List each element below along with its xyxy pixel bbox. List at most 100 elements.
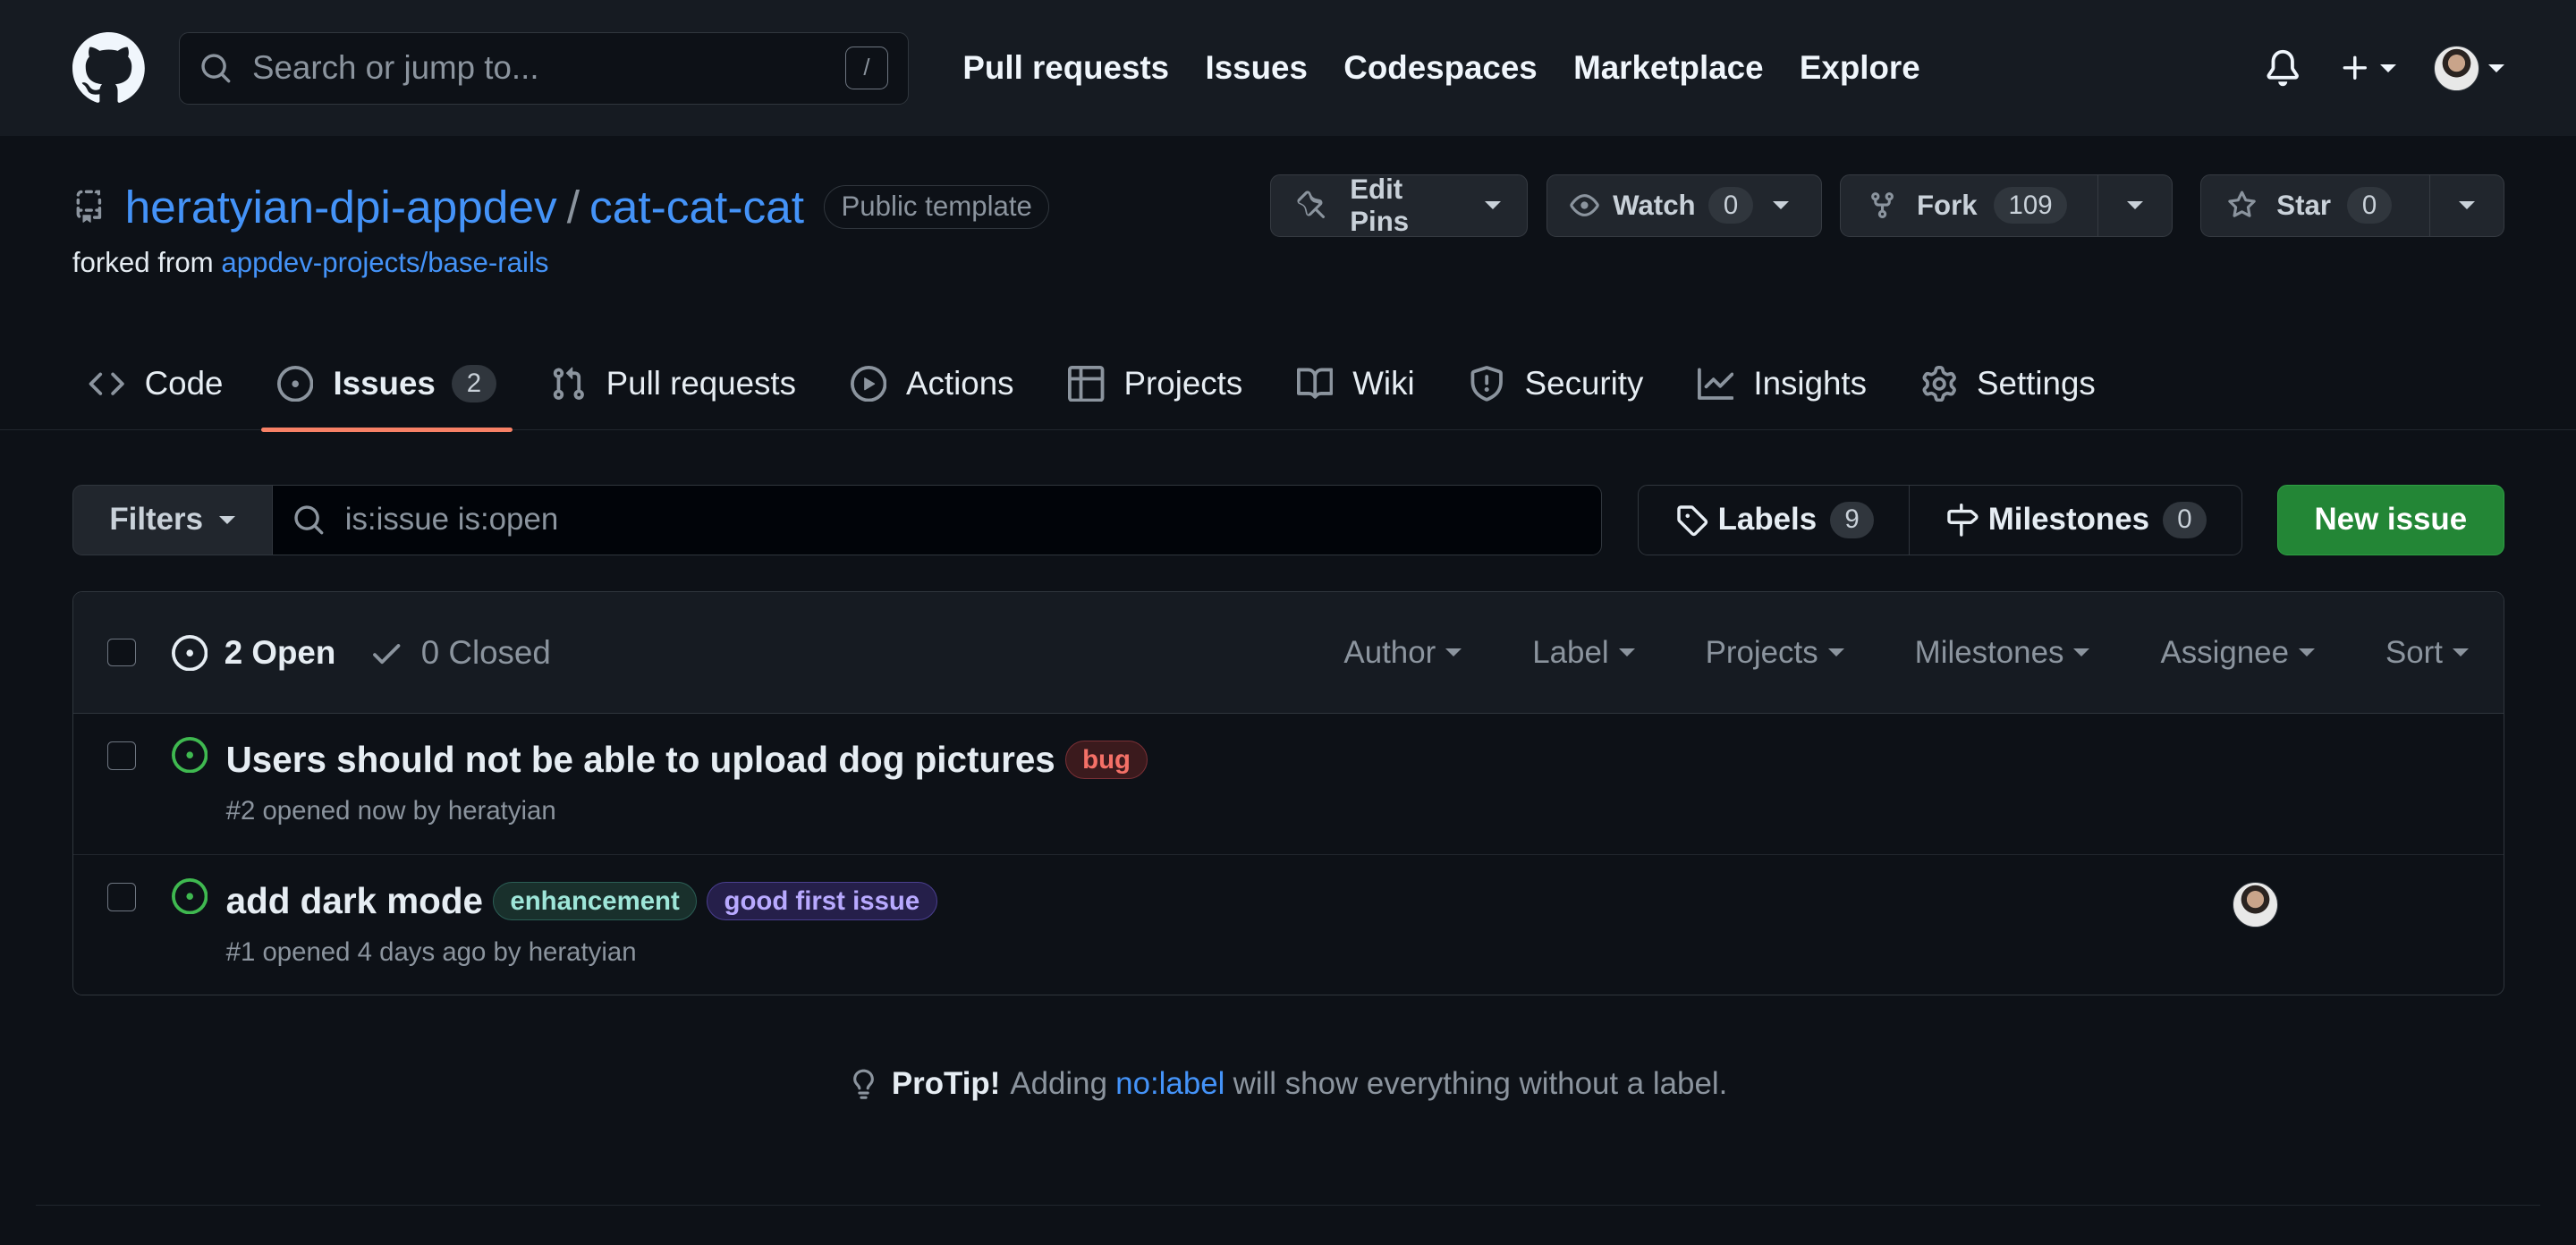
code-icon <box>89 366 124 402</box>
repo-name-link[interactable]: cat-cat-cat <box>589 180 804 233</box>
label-filter-label: Label <box>1532 634 1609 670</box>
light-bulb-icon <box>849 1066 878 1102</box>
tab-wiki[interactable]: Wiki <box>1280 337 1431 431</box>
repo-template-icon <box>72 187 106 226</box>
tab-code[interactable]: Code <box>72 337 240 431</box>
tab-security[interactable]: Security <box>1453 337 1660 431</box>
create-new-menu[interactable] <box>2339 52 2396 85</box>
projects-filter-label: Projects <box>1705 634 1818 670</box>
issue-label[interactable]: bug <box>1064 741 1148 780</box>
git-pull-request-icon <box>550 366 586 402</box>
caret-down-icon <box>219 515 236 524</box>
assignee-filter-label: Assignee <box>2160 634 2289 670</box>
tab-settings[interactable]: Settings <box>1904 337 2112 431</box>
issue-title-link[interactable]: Users should not be able to upload dog p… <box>226 739 1055 781</box>
milestones-filter-label: Milestones <box>1914 634 2064 670</box>
star-count: 0 <box>2347 186 2392 224</box>
assignee-filter[interactable]: Assignee <box>2160 635 2315 671</box>
repo-path-separator: / <box>566 181 580 233</box>
caret-down-icon <box>2126 201 2143 209</box>
caret-down-icon <box>1772 201 1789 209</box>
tab-pull-requests-label: Pull requests <box>606 364 796 402</box>
repo-owner-link[interactable]: heratyian-dpi-appdev <box>125 180 557 233</box>
star-dropdown-button[interactable] <box>2429 174 2504 237</box>
issues-search-input[interactable]: is:issue is:open <box>272 484 1603 555</box>
user-menu[interactable] <box>2434 45 2504 91</box>
new-issue-button[interactable]: New issue <box>2277 484 2504 555</box>
issue-label[interactable]: good first issue <box>707 881 937 921</box>
protip-text-after: will show everything without a label. <box>1233 1066 1728 1102</box>
book-icon <box>1296 366 1334 402</box>
caret-down-icon <box>2453 648 2469 657</box>
tab-pull-requests[interactable]: Pull requests <box>534 337 813 431</box>
sort-filter[interactable]: Sort <box>2385 635 2469 671</box>
issues-search-query: is:issue is:open <box>344 502 559 538</box>
tab-security-label: Security <box>1524 364 1644 402</box>
caret-down-icon <box>2379 64 2396 72</box>
assignee-avatar[interactable] <box>2232 881 2279 928</box>
issue-content: add dark mode enhancement good first iss… <box>226 880 937 995</box>
protip: ProTip! Adding no:label will show everyt… <box>0 1066 2576 1102</box>
protip-text-before: Adding <box>1010 1066 1107 1102</box>
forked-prefix: forked from <box>72 246 214 278</box>
select-all-checkbox[interactable] <box>107 639 136 667</box>
forked-from-line: forked from appdev-projects/base-rails <box>72 247 2504 279</box>
filters-label: Filters <box>109 502 204 538</box>
labels-button[interactable]: Labels 9 <box>1638 484 1910 555</box>
milestones-button[interactable]: Milestones 0 <box>1909 484 2243 555</box>
nav-codespaces[interactable]: Codespaces <box>1343 49 1537 87</box>
projects-filter[interactable]: Projects <box>1706 635 1844 671</box>
issue-row[interactable]: Users should not be able to upload dog p… <box>72 714 2504 856</box>
tab-wiki-label: Wiki <box>1352 364 1415 402</box>
protip-no-label-link[interactable]: no:label <box>1115 1066 1224 1102</box>
github-logo-icon[interactable] <box>72 31 145 105</box>
author-filter-label: Author <box>1343 634 1436 670</box>
edit-pins-button[interactable]: Edit Pins <box>1270 174 1529 237</box>
global-search-input[interactable]: Search or jump to... / <box>179 31 909 105</box>
check-icon <box>369 635 404 671</box>
fork-label: Fork <box>1916 189 1978 221</box>
tab-projects-label: Projects <box>1123 364 1243 402</box>
milestones-filter[interactable]: Milestones <box>1915 635 2090 671</box>
caret-down-icon <box>1618 648 1635 657</box>
forked-from-link[interactable]: appdev-projects/base-rails <box>221 247 548 278</box>
nav-pull-requests[interactable]: Pull requests <box>962 49 1169 87</box>
fork-dropdown-button[interactable] <box>2097 174 2173 237</box>
star-button[interactable]: Star 0 <box>2199 174 2430 237</box>
search-icon <box>292 504 326 537</box>
nav-issues[interactable]: Issues <box>1206 49 1308 87</box>
issue-title-link[interactable]: add dark mode <box>226 880 483 922</box>
tab-actions[interactable]: Actions <box>834 337 1030 431</box>
tag-icon <box>1675 504 1708 537</box>
nav-explore[interactable]: Explore <box>1800 49 1920 87</box>
issue-label[interactable]: enhancement <box>493 881 698 921</box>
caret-down-icon <box>2487 64 2504 72</box>
milestones-label: Milestones <box>1987 502 2150 538</box>
star-icon <box>2227 191 2257 220</box>
fork-button[interactable]: Fork 109 <box>1840 174 2098 237</box>
label-filter[interactable]: Label <box>1532 634 1635 671</box>
tab-projects[interactable]: Projects <box>1052 337 1259 431</box>
plus-icon <box>2339 52 2372 85</box>
watch-button[interactable]: Watch 0 <box>1546 174 1823 237</box>
issue-row[interactable]: add dark mode enhancement good first iss… <box>73 855 2504 995</box>
star-split-button: Star 0 <box>2199 174 2504 237</box>
issue-opened-icon <box>277 365 314 402</box>
issues-filter-bar: Filters is:issue is:open Labels 9 Milest… <box>72 484 2504 555</box>
tab-issues[interactable]: Issues 2 <box>260 337 513 433</box>
nav-marketplace[interactable]: Marketplace <box>1573 49 1763 87</box>
tab-insights[interactable]: Insights <box>1682 337 1884 431</box>
filters-dropdown-button[interactable]: Filters <box>72 484 273 555</box>
bell-icon[interactable] <box>2265 48 2301 88</box>
caret-down-icon <box>1445 648 1462 657</box>
issues-list: 2 Open 0 Closed Author Label Projects Mi… <box>72 591 2504 996</box>
table-icon <box>1068 365 1105 402</box>
issue-checkbox[interactable] <box>107 883 136 911</box>
issue-checkbox[interactable] <box>107 741 136 770</box>
author-filter[interactable]: Author <box>1343 635 1462 671</box>
tab-actions-label: Actions <box>906 364 1014 402</box>
caret-down-icon <box>1485 201 1502 209</box>
labels-count: 9 <box>1829 501 1875 539</box>
open-issues-toggle[interactable]: 2 Open <box>172 634 335 672</box>
closed-issues-toggle[interactable]: 0 Closed <box>369 634 551 672</box>
